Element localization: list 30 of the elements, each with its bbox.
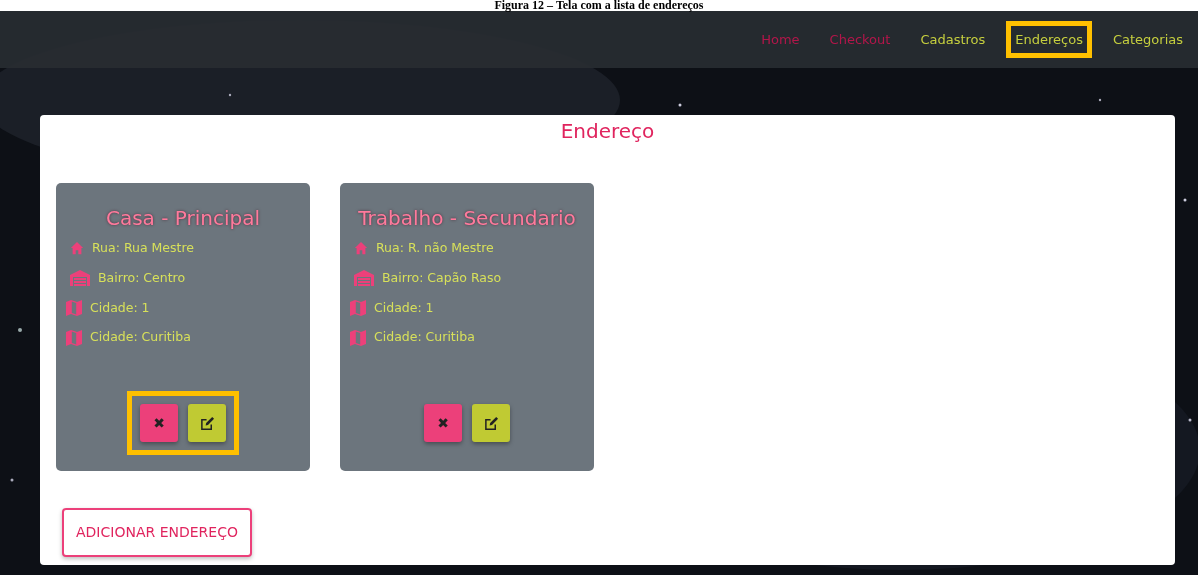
delete-button[interactable]: ✖ bbox=[140, 404, 178, 442]
map-icon bbox=[350, 329, 366, 346]
card-title: Trabalho - Secundario bbox=[357, 205, 577, 232]
address-line: Rua: R. não Mestre bbox=[376, 239, 494, 257]
edit-button[interactable] bbox=[188, 404, 226, 442]
map-icon bbox=[350, 299, 366, 316]
nav-link[interactable]: Endereços bbox=[1006, 20, 1092, 59]
house-icon bbox=[70, 241, 84, 256]
address-line: Bairro: Centro bbox=[98, 268, 186, 287]
edit-icon bbox=[483, 415, 499, 431]
address-line: Cidade: Curitiba bbox=[374, 328, 475, 347]
map-icon bbox=[66, 329, 82, 346]
house-icon bbox=[354, 241, 368, 256]
address-line: Cidade: 1 bbox=[90, 298, 150, 317]
add-address-button[interactable]: ADICIONAR ENDEREÇO bbox=[62, 508, 252, 557]
nav-link[interactable]: Categorias bbox=[1103, 20, 1192, 59]
address-line: Cidade: Curitiba bbox=[90, 328, 191, 347]
delete-button[interactable]: ✖ bbox=[424, 404, 462, 442]
warehouse-icon bbox=[70, 270, 90, 287]
figure-caption: Figura 12 – Tela com a lista de endereços bbox=[494, 0, 704, 11]
warehouse-icon bbox=[354, 270, 374, 287]
nav-link[interactable]: Cadastros bbox=[911, 20, 995, 59]
page-title: Endereço bbox=[559, 119, 656, 143]
address-line: Bairro: Capão Raso bbox=[382, 268, 502, 287]
map-icon bbox=[66, 299, 82, 316]
address-line: Cidade: 1 bbox=[374, 298, 434, 317]
edit-button[interactable] bbox=[472, 404, 510, 442]
address-line: Rua: Rua Mestre bbox=[92, 239, 194, 257]
edit-icon bbox=[199, 415, 215, 431]
card-title: Casa - Principal bbox=[104, 205, 262, 232]
